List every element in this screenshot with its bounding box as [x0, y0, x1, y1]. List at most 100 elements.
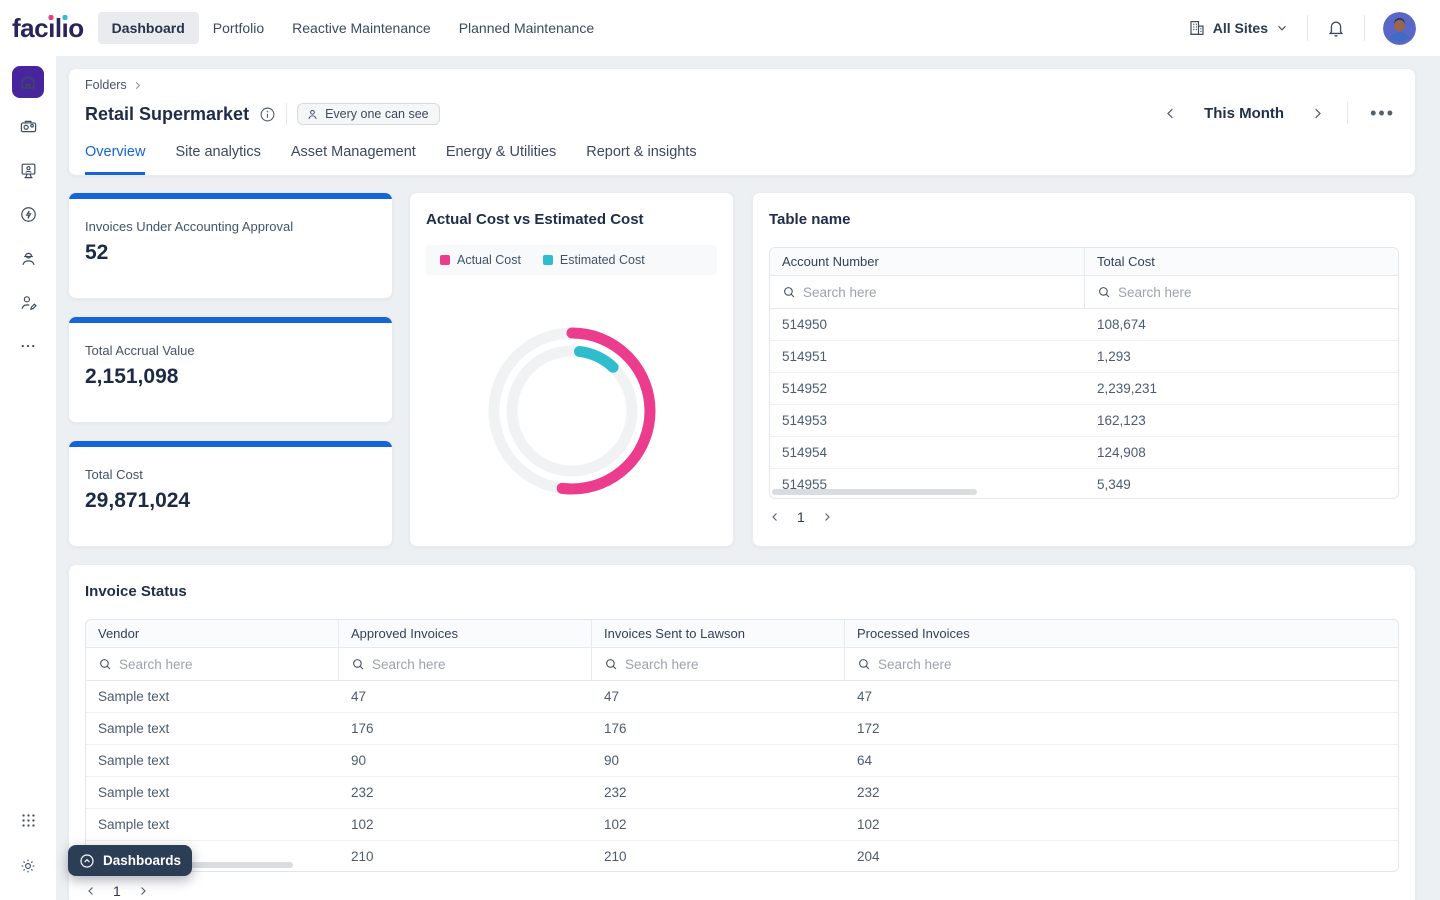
donut-chart	[472, 311, 672, 511]
search-input[interactable]	[803, 285, 1045, 300]
table-row[interactable]: 514953 162,123	[770, 405, 1398, 437]
table-row[interactable]: 514954 124,908	[770, 437, 1398, 469]
legend-label: Actual Cost	[457, 253, 521, 267]
sidebar-item-assets[interactable]	[12, 110, 44, 142]
sidebar-item-vendor[interactable]	[12, 286, 44, 318]
home-icon	[19, 73, 37, 91]
cell-vendor: Sample text	[86, 681, 339, 712]
kpi-card-total-cost: Total Cost 29,871,024	[68, 440, 393, 547]
column-header-approved[interactable]: Approved Invoices	[339, 620, 592, 647]
sidebar-item-visitor[interactable]	[12, 154, 44, 186]
breadcrumb-folders[interactable]: Folders	[85, 78, 127, 92]
legend-item-actual-cost[interactable]: Actual Cost	[440, 253, 521, 267]
divider	[1307, 15, 1308, 41]
sidebar-item-home[interactable]	[12, 66, 44, 98]
nav-item-portfolio[interactable]: Portfolio	[199, 12, 278, 44]
sidebar-item-more[interactable]	[12, 330, 44, 362]
facilio-logo[interactable]: facılıo	[12, 15, 84, 41]
cell-account: 514953	[770, 405, 1085, 436]
table-row[interactable]: Sample text 232 232 232	[86, 777, 1398, 809]
cell-cost: 1,293	[1085, 341, 1399, 372]
search-input[interactable]	[625, 657, 817, 672]
settings-gear-icon	[19, 857, 37, 875]
ellipsis-icon	[19, 337, 37, 355]
info-icon[interactable]	[259, 106, 276, 123]
table-row[interactable]: 514951 1,293	[770, 341, 1398, 373]
worker-helmet-icon	[19, 249, 38, 268]
cell-sent: 232	[592, 777, 845, 808]
table-row[interactable]: Sample text 102 102 102	[86, 809, 1398, 841]
search-input[interactable]	[119, 657, 311, 672]
sidebar-item-apps[interactable]	[12, 804, 44, 836]
cell-processed: 64	[845, 745, 1398, 776]
sidebar-item-workforce[interactable]	[12, 242, 44, 274]
visibility-badge[interactable]: Every one can see	[297, 103, 440, 125]
table-row[interactable]: Sample text 176 176 172	[86, 713, 1398, 745]
cell-approved: 210	[339, 841, 592, 872]
more-options-button[interactable]: •••	[1370, 108, 1395, 118]
page-previous-button[interactable]	[85, 885, 97, 897]
tab-energy-utilities[interactable]: Energy & Utilities	[446, 144, 556, 175]
tab-overview[interactable]: Overview	[85, 144, 145, 175]
tab-report-insights[interactable]: Report & insights	[586, 144, 696, 175]
column-header-sent-lawson[interactable]: Invoices Sent to Lawson	[592, 620, 845, 647]
column-header-account-number[interactable]: Account Number	[770, 248, 1085, 275]
site-selector[interactable]: All Sites	[1188, 19, 1289, 37]
account-table: Account Number Total Cost 514950 108,674…	[769, 247, 1399, 499]
table-pagination: 1	[769, 509, 833, 525]
chart-title: Actual Cost vs Estimated Cost	[426, 211, 644, 228]
app-sidebar	[0, 56, 56, 900]
notifications-bell-icon[interactable]	[1326, 18, 1346, 38]
nav-item-planned-maintenance[interactable]: Planned Maintenance	[445, 12, 608, 44]
cell-vendor: Sample text	[86, 809, 339, 840]
page-previous-button[interactable]	[769, 511, 781, 523]
building-icon	[1188, 19, 1206, 37]
search-input[interactable]	[878, 657, 1311, 672]
invoice-table: Vendor Approved Invoices Invoices Sent t…	[85, 619, 1399, 872]
cell-cost: 2,239,231	[1085, 373, 1399, 404]
search-icon	[857, 657, 871, 671]
search-icon	[782, 285, 796, 299]
table-row[interactable]: Sample text 47 47 47	[86, 681, 1398, 713]
period-label[interactable]: This Month	[1204, 105, 1284, 122]
nav-item-reactive-maintenance[interactable]: Reactive Maintenance	[278, 12, 445, 44]
page-next-button[interactable]	[821, 511, 833, 523]
table-row[interactable]: 514952 2,239,231	[770, 373, 1398, 405]
tab-site-analytics[interactable]: Site analytics	[175, 144, 260, 175]
legend-item-estimated-cost[interactable]: Estimated Cost	[543, 253, 645, 267]
page-next-button[interactable]	[137, 885, 149, 897]
user-avatar[interactable]	[1383, 12, 1416, 45]
sidebar-item-settings[interactable]	[12, 850, 44, 882]
breadcrumb[interactable]: Folders	[85, 78, 143, 92]
horizontal-scrollbar[interactable]	[772, 489, 977, 495]
nav-item-dashboard[interactable]: Dashboard	[98, 12, 199, 44]
site-selector-label: All Sites	[1213, 20, 1268, 36]
tab-asset-management[interactable]: Asset Management	[291, 144, 416, 175]
search-input[interactable]	[1118, 285, 1360, 300]
cell-processed: 47	[845, 681, 1398, 712]
period-selector: This Month •••	[1163, 97, 1395, 129]
divider	[286, 103, 287, 125]
legend-swatch	[440, 255, 450, 265]
account-table-card: Table name Account Number Total Cost 514…	[752, 192, 1416, 547]
dashboards-button-label: Dashboards	[103, 853, 181, 868]
dashboards-button[interactable]: Dashboards	[68, 845, 192, 876]
page-number[interactable]: 1	[797, 509, 805, 525]
cell-approved: 102	[339, 809, 592, 840]
column-header-processed[interactable]: Processed Invoices	[845, 620, 1398, 647]
cell-processed: 232	[845, 777, 1398, 808]
page-number[interactable]: 1	[113, 883, 121, 899]
sidebar-item-energy[interactable]	[12, 198, 44, 230]
table-header-row: Account Number Total Cost	[770, 248, 1398, 276]
column-header-total-cost[interactable]: Total Cost	[1085, 248, 1399, 275]
cell-processed: 204	[845, 841, 1398, 872]
table-row[interactable]: Sample text 90 90 64	[86, 745, 1398, 777]
divider	[1364, 15, 1365, 41]
next-period-button[interactable]	[1310, 106, 1325, 121]
column-header-vendor[interactable]: Vendor	[86, 620, 339, 647]
search-input[interactable]	[372, 657, 564, 672]
table-row[interactable]: 514950 108,674	[770, 309, 1398, 341]
previous-period-button[interactable]	[1163, 106, 1178, 121]
cell-cost: 108,674	[1085, 309, 1399, 340]
cell-sent: 210	[592, 841, 845, 872]
